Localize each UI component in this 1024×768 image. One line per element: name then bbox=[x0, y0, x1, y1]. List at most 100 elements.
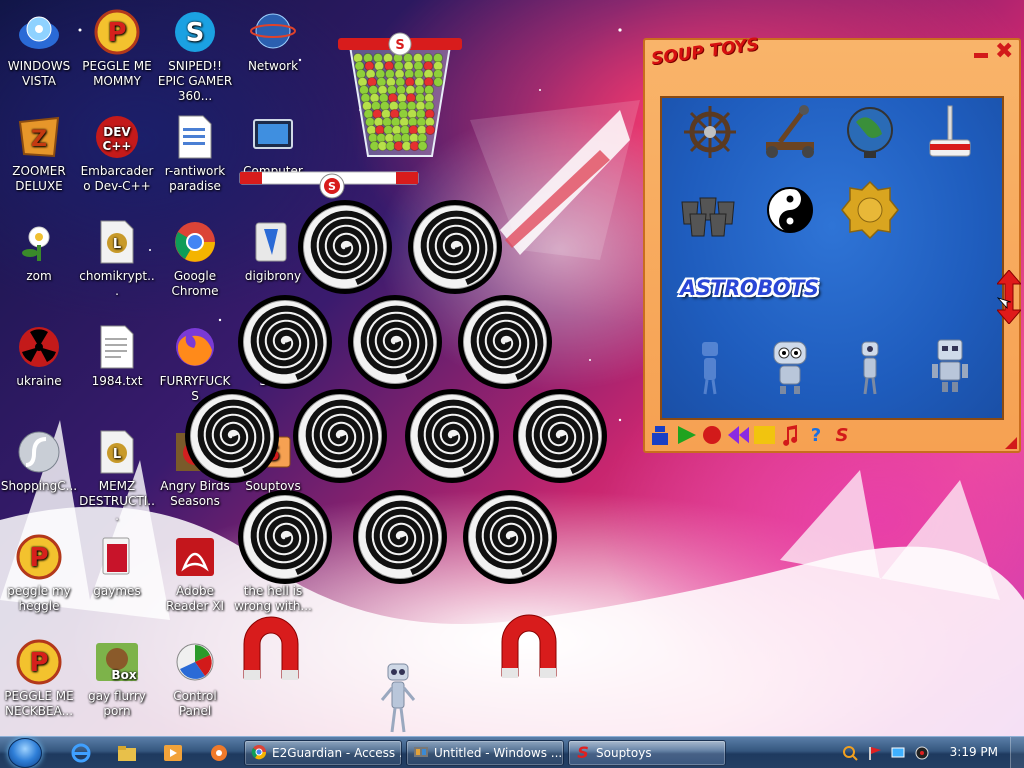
magnet-right[interactable] bbox=[494, 606, 564, 686]
spiral-disc[interactable] bbox=[293, 389, 387, 483]
taskbar-task-button[interactable]: Untitled - Windows ... bbox=[406, 740, 564, 766]
robot-tool-icon[interactable] bbox=[649, 424, 671, 446]
close-button[interactable]: ✖ bbox=[995, 41, 1013, 63]
desktop-icon-label: chomikrypt... bbox=[79, 269, 155, 298]
desktop-icon[interactable]: Box gay flurry porn bbox=[78, 638, 156, 719]
peggle-icon: P bbox=[15, 638, 63, 686]
globe-icon[interactable] bbox=[838, 100, 902, 164]
show-desktop-button[interactable] bbox=[1010, 737, 1024, 768]
start-button[interactable] bbox=[8, 738, 42, 768]
spiral-disc[interactable] bbox=[298, 200, 392, 294]
rewind-icon[interactable] bbox=[727, 424, 749, 446]
desktop-icon[interactable]: L MEMZ DESTRUCTI... bbox=[78, 428, 156, 524]
play-icon[interactable] bbox=[675, 424, 697, 446]
explorer-folder-icon[interactable] bbox=[116, 743, 138, 763]
desktop-icon[interactable]: Network bbox=[234, 8, 312, 74]
gold-coin-icon[interactable] bbox=[838, 178, 902, 242]
desktop-icon[interactable]: P PEGGLE ME MOMMY bbox=[78, 8, 156, 89]
clock[interactable]: 3:19 PM bbox=[950, 745, 998, 759]
volume-tray-icon[interactable] bbox=[914, 745, 930, 761]
svg-text:Box: Box bbox=[111, 668, 136, 682]
help-icon[interactable]: ? bbox=[805, 424, 827, 446]
media-player-icon[interactable] bbox=[162, 743, 184, 763]
ship-wheel-icon[interactable] bbox=[678, 100, 742, 164]
music-icon[interactable] bbox=[779, 424, 801, 446]
app-launcher-icon[interactable] bbox=[208, 743, 230, 763]
svg-text:P: P bbox=[107, 18, 126, 48]
desktop-icon[interactable]: zom bbox=[0, 218, 78, 284]
buckets-icon[interactable] bbox=[678, 178, 742, 242]
catapult-icon[interactable] bbox=[758, 100, 822, 164]
desktop-icon[interactable]: 1984.txt bbox=[78, 323, 156, 389]
gumball-machine[interactable]: S bbox=[336, 28, 464, 178]
flag-tray-icon[interactable] bbox=[866, 745, 882, 761]
svg-text:P: P bbox=[29, 648, 48, 678]
internet-explorer-icon[interactable] bbox=[70, 743, 92, 763]
resize-arrow-icon[interactable] bbox=[997, 270, 1021, 324]
search-tray-icon[interactable] bbox=[842, 745, 858, 761]
spiral-disc[interactable] bbox=[238, 295, 332, 389]
desktop-icon-label: 1984.txt bbox=[91, 374, 143, 388]
astrobot-ghost-icon[interactable] bbox=[678, 334, 742, 398]
spiral-disc[interactable] bbox=[513, 389, 607, 483]
resize-grip-icon[interactable] bbox=[1005, 437, 1017, 449]
desktop-icon-label: gay flurry porn bbox=[88, 689, 146, 718]
desktop-icon[interactable]: gaymes bbox=[78, 533, 156, 599]
spiral-disc[interactable] bbox=[405, 389, 499, 483]
mallet-icon[interactable] bbox=[918, 100, 982, 164]
souptoys-s-icon[interactable]: S bbox=[831, 424, 853, 446]
svg-text:S: S bbox=[577, 744, 589, 760]
desktop-icon-label: r-antiwork paradise bbox=[164, 164, 226, 193]
desktop-icon[interactable]: ukraine bbox=[0, 323, 78, 389]
svg-text:DEV: DEV bbox=[103, 125, 131, 139]
stop-icon[interactable] bbox=[753, 424, 775, 446]
radiation-icon bbox=[15, 323, 63, 371]
record-icon[interactable] bbox=[701, 424, 723, 446]
desktop-icon-label: MEMZ DESTRUCTI... bbox=[79, 479, 155, 523]
desktop-icon[interactable]: WINDOWS VISTA bbox=[0, 8, 78, 89]
astrobot-box-icon[interactable] bbox=[918, 334, 982, 398]
desktop-icon[interactable]: DEV C++ Embarcadero Dev-C++ bbox=[78, 113, 156, 194]
desktop-icon[interactable]: r-antiwork paradise bbox=[156, 113, 234, 194]
desktop-icon-label: Embarcadero Dev-C++ bbox=[80, 164, 154, 193]
desktop-icon[interactable]: P PEGGLE ME NECKBEA... bbox=[0, 638, 78, 719]
spiral-disc[interactable] bbox=[408, 200, 502, 294]
svg-text:S: S bbox=[186, 18, 205, 48]
flash-icon bbox=[15, 428, 63, 476]
desktop-icon-label: ukraine bbox=[16, 374, 62, 388]
desktop-icon[interactable]: Z ZOOMER DELUXE bbox=[0, 113, 78, 194]
desktop-icon[interactable]: S SNIPED!! EPIC GAMER 360... bbox=[156, 8, 234, 104]
yin-yang-icon[interactable] bbox=[758, 178, 822, 242]
peggle-icon: P bbox=[93, 8, 141, 56]
desktop-icon-label: WINDOWS VISTA bbox=[7, 59, 71, 88]
desktop-icon[interactable]: ShoppingC... bbox=[0, 428, 78, 494]
desktop-icon[interactable]: Lchomikrypt... bbox=[78, 218, 156, 299]
control-panel-icon bbox=[171, 638, 219, 686]
spiral-disc[interactable] bbox=[353, 490, 447, 584]
astrobot-desktop[interactable] bbox=[378, 660, 418, 738]
desktop-icon[interactable]: Control Panel bbox=[156, 638, 234, 719]
spiral-disc[interactable] bbox=[185, 389, 279, 483]
magnet-left[interactable] bbox=[236, 608, 306, 688]
taskbar-task-button[interactable]: E2Guardian - Access ... bbox=[244, 740, 402, 766]
spiral-disc[interactable] bbox=[463, 490, 557, 584]
spiral-disc[interactable] bbox=[348, 295, 442, 389]
souptoys-s-icon: S bbox=[575, 743, 591, 763]
desktop-icon-label: Control Panel bbox=[173, 689, 217, 718]
spiral-disc[interactable] bbox=[458, 295, 552, 389]
desktop-icon[interactable]: Ppeggle my heggle bbox=[0, 533, 78, 614]
taskbar-task-button[interactable]: S Souptoys bbox=[568, 740, 726, 766]
astrobot-thin-icon[interactable] bbox=[838, 334, 902, 398]
desktop-icon-label: zom bbox=[26, 269, 52, 283]
spiral-discs[interactable] bbox=[180, 195, 620, 595]
spiral-disc[interactable] bbox=[238, 490, 332, 584]
folder-icon bbox=[93, 533, 141, 581]
desktop-icon-label: PEGGLE ME NECKBEA... bbox=[4, 689, 74, 718]
taskbar-task-label: Souptoys bbox=[596, 746, 652, 760]
minimize-button[interactable] bbox=[973, 44, 989, 60]
svg-text:S: S bbox=[395, 38, 404, 53]
souptoys-logo: SOUP TOYS bbox=[650, 34, 761, 70]
souptoys-window[interactable]: SOUP TOYS ✖ ASTROBOTS ? S bbox=[643, 34, 1021, 453]
astrobot-round-icon[interactable] bbox=[758, 334, 822, 398]
display-tray-icon[interactable] bbox=[890, 745, 906, 761]
